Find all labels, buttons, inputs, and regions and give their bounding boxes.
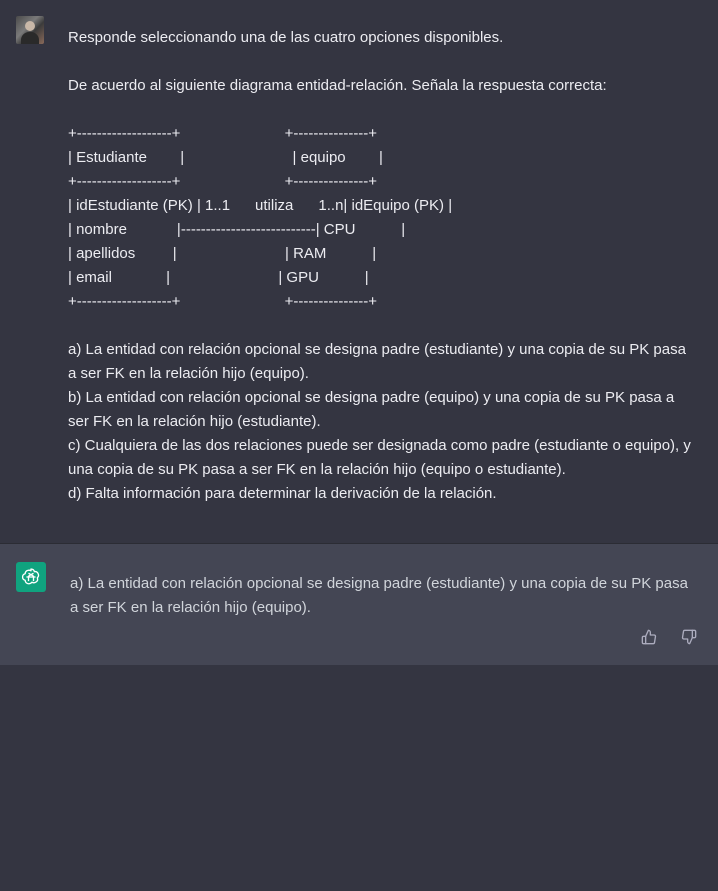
thumbs-up-icon[interactable] xyxy=(640,628,658,646)
option-a: a) La entidad con relación opcional se d… xyxy=(68,341,686,382)
openai-logo-icon xyxy=(16,562,46,592)
diagram-line: | apellidos | | RAM | xyxy=(68,245,377,262)
thumbs-down-icon[interactable] xyxy=(680,628,698,646)
diagram-line: | Estudiante | | equipo | xyxy=(68,149,383,166)
assistant-message: a) La entidad con relación opcional se d… xyxy=(0,544,718,665)
option-b: b) La entidad con relación opcional se d… xyxy=(68,389,675,430)
feedback-buttons xyxy=(640,628,698,646)
option-d: d) Falta información para determinar la … xyxy=(68,485,497,502)
question-text: De acuerdo al siguiente diagrama entidad… xyxy=(68,77,607,94)
user-message-text: Responde seleccionando una de las cuatro… xyxy=(68,26,698,506)
user-message: Responde seleccionando una de las cuatro… xyxy=(0,0,718,544)
intro-text: Responde seleccionando una de las cuatro… xyxy=(68,29,504,46)
diagram-line: | email | | GPU | xyxy=(68,269,369,286)
diagram-line: +-------------------+ +---------------+ xyxy=(68,293,378,310)
assistant-message-text: a) La entidad con relación opcional se d… xyxy=(70,575,688,616)
diagram-line: | idEstudiante (PK) | 1..1 utiliza 1..n|… xyxy=(68,197,453,214)
empty-chat-area xyxy=(0,665,718,891)
diagram-line: +-------------------+ +---------------+ xyxy=(68,125,378,142)
option-c: c) Cualquiera de las dos relaciones pued… xyxy=(68,437,691,478)
user-avatar xyxy=(16,16,44,44)
diagram-line: | nombre |---------------------------| C… xyxy=(68,221,406,238)
diagram-line: +-------------------+ +---------------+ xyxy=(68,173,378,190)
